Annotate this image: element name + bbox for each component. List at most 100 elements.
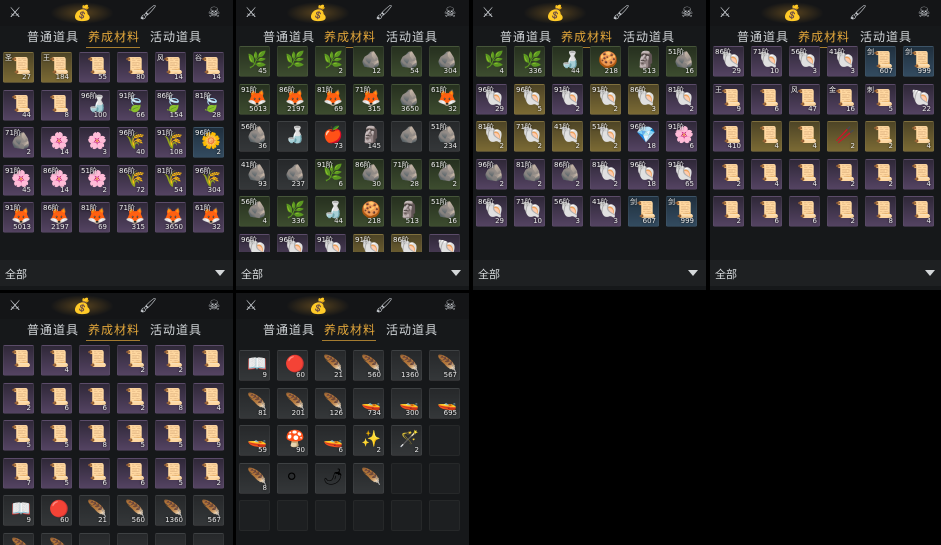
- tab-event-items[interactable]: 活动道具: [860, 28, 912, 45]
- empty-slot[interactable]: [429, 462, 460, 494]
- item-slot[interactable]: 📜 2: [117, 382, 148, 414]
- item-slot[interactable]: 📜 8: [865, 196, 896, 227]
- item-slot[interactable]: 🪶: [41, 532, 72, 545]
- skull-icon[interactable]: ☠: [205, 4, 223, 22]
- empty-slot[interactable]: [239, 500, 270, 531]
- item-slot[interactable]: 🍃 81阶 28: [193, 89, 224, 121]
- tab-cultivation-materials[interactable]: 养成材料: [324, 321, 376, 338]
- item-slot[interactable]: 📜 4: [903, 121, 934, 152]
- item-slot[interactable]: 📜 4: [789, 121, 820, 152]
- item-slot[interactable]: 🍃 91阶 66: [117, 89, 148, 121]
- item-slot[interactable]: 🐚 96阶: [239, 233, 270, 252]
- skull-icon[interactable]: ☠: [441, 4, 459, 22]
- item-slot[interactable]: 🪶 560: [117, 495, 148, 526]
- item-slot[interactable]: 🌾 86阶 72: [117, 164, 148, 196]
- item-slot[interactable]: 📜 4: [751, 158, 782, 190]
- item-slot[interactable]: 🌸 91阶 45: [3, 164, 34, 196]
- empty-slot[interactable]: [429, 500, 460, 531]
- item-slot[interactable]: 📜 2: [865, 121, 896, 152]
- item-slot[interactable]: 📜 5: [41, 457, 72, 489]
- item-slot[interactable]: 📜 王 184: [41, 52, 72, 83]
- empty-slot[interactable]: [277, 500, 308, 531]
- item-slot[interactable]: 🪨 304: [429, 46, 460, 77]
- item-slot[interactable]: 🪨 51阶 16: [429, 196, 460, 227]
- item-slot[interactable]: 🌾 96阶 40: [117, 127, 148, 158]
- empty-slot[interactable]: [429, 425, 460, 456]
- item-slot[interactable]: 🐚 41阶 3: [827, 46, 858, 77]
- item-slot[interactable]: 🐚 41阶 2: [552, 121, 583, 152]
- item-slot[interactable]: 🚤: [193, 532, 224, 545]
- item-slot[interactable]: 🍶 44: [315, 196, 346, 227]
- item-slot[interactable]: 📜 6: [41, 382, 72, 414]
- item-slot[interactable]: 🚤 695: [429, 387, 460, 419]
- item-slot[interactable]: 📜 2: [193, 457, 224, 489]
- item-slot[interactable]: 📜 6: [79, 382, 110, 414]
- item-slot[interactable]: 🐚 41阶 3: [590, 196, 621, 227]
- item-slot[interactable]: 🌾 91阶 108: [155, 127, 186, 158]
- item-slot[interactable]: 🌿 2: [315, 46, 346, 77]
- tab-normal-items[interactable]: 普通道具: [737, 28, 789, 45]
- brush-icon[interactable]: 🖌: [139, 4, 157, 22]
- item-slot[interactable]: 🍪 218: [353, 196, 384, 227]
- money-bag-icon[interactable]: 💰: [309, 297, 328, 315]
- money-bag-icon[interactable]: 💰: [546, 4, 565, 22]
- item-slot[interactable]: 📜 5: [155, 457, 186, 489]
- item-slot[interactable]: 🌿 91阶 6: [315, 158, 346, 190]
- brush-icon[interactable]: 🖌: [612, 4, 630, 22]
- crossed-swords-icon[interactable]: ⚔: [479, 4, 497, 22]
- item-slot[interactable]: 🦊 91阶 5013: [3, 202, 34, 233]
- item-slot[interactable]: 🪶 126: [315, 387, 346, 419]
- item-slot[interactable]: 🚤 300: [391, 387, 422, 419]
- item-slot[interactable]: 🍄 90: [277, 425, 308, 456]
- item-slot[interactable]: 📜: [79, 345, 110, 376]
- item-slot[interactable]: 📜 2: [117, 345, 148, 376]
- item-slot[interactable]: 🪨 237: [277, 158, 308, 190]
- item-slot[interactable]: 🔴 60: [41, 495, 72, 526]
- tab-event-items[interactable]: 活动道具: [386, 28, 438, 45]
- empty-slot[interactable]: [391, 500, 422, 531]
- tab-event-items[interactable]: 活动道具: [150, 28, 202, 45]
- item-slot[interactable]: 🐚 71阶 10: [751, 46, 782, 77]
- item-slot[interactable]: 📜 44: [3, 89, 34, 121]
- item-slot[interactable]: 🐚 86阶 29: [713, 46, 744, 77]
- item-slot[interactable]: 🍶 44: [552, 46, 583, 77]
- item-slot[interactable]: 🌸 91阶 6: [666, 121, 697, 152]
- item-slot[interactable]: 🐚 86阶 29: [476, 196, 507, 227]
- item-slot[interactable]: 🪨 51阶 234: [429, 121, 460, 152]
- item-slot[interactable]: 🐚 96阶 29: [476, 83, 507, 115]
- item-slot[interactable]: 🪶 1360: [391, 350, 422, 381]
- item-slot[interactable]: 📜 4: [41, 345, 72, 376]
- item-slot[interactable]: 📜 7: [3, 457, 34, 489]
- item-slot[interactable]: 📜: [3, 345, 34, 376]
- item-slot[interactable]: 📜 刺 5: [865, 83, 896, 115]
- money-bag-icon[interactable]: 💰: [73, 297, 92, 315]
- item-slot[interactable]: 🚤: [117, 532, 148, 545]
- item-slot[interactable]: 🪶 201: [277, 387, 308, 419]
- item-slot[interactable]: 📜 2: [827, 196, 858, 227]
- item-slot[interactable]: 🦊 91阶 5013: [239, 83, 270, 115]
- item-slot[interactable]: 📜 4: [751, 121, 782, 152]
- item-slot[interactable]: 🍎 73: [315, 121, 346, 152]
- crossed-swords-icon[interactable]: ⚔: [6, 297, 24, 315]
- item-slot[interactable]: 🍪 218: [590, 46, 621, 77]
- item-slot[interactable]: 🐚 96阶 18: [628, 158, 659, 190]
- item-slot[interactable]: 📜 剑 999: [666, 196, 697, 227]
- item-slot[interactable]: 🪨 12: [353, 46, 384, 77]
- item-slot[interactable]: 📜 55: [79, 52, 110, 83]
- item-slot[interactable]: 🐚 81阶 2: [476, 121, 507, 152]
- item-slot[interactable]: 🚤 6: [315, 425, 346, 456]
- item-slot[interactable]: 🌿 336: [277, 196, 308, 227]
- brush-icon[interactable]: 🖌: [139, 297, 157, 315]
- tab-cultivation-materials[interactable]: 养成材料: [324, 28, 376, 45]
- item-slot[interactable]: 🐚 56阶 3: [552, 196, 583, 227]
- item-slot[interactable]: 🪶: [353, 462, 384, 494]
- item-slot[interactable]: 🐚 22: [903, 83, 934, 115]
- item-slot[interactable]: 📜 2: [713, 158, 744, 190]
- item-slot[interactable]: 🌿: [277, 46, 308, 77]
- item-slot[interactable]: 📜 4: [193, 382, 224, 414]
- empty-slot[interactable]: [353, 500, 384, 531]
- item-slot[interactable]: 🐚 71阶 2: [514, 121, 545, 152]
- item-slot[interactable]: 🐚 81阶 2: [666, 83, 697, 115]
- item-slot[interactable]: 🥢 2: [827, 121, 858, 152]
- empty-slot[interactable]: [391, 462, 422, 494]
